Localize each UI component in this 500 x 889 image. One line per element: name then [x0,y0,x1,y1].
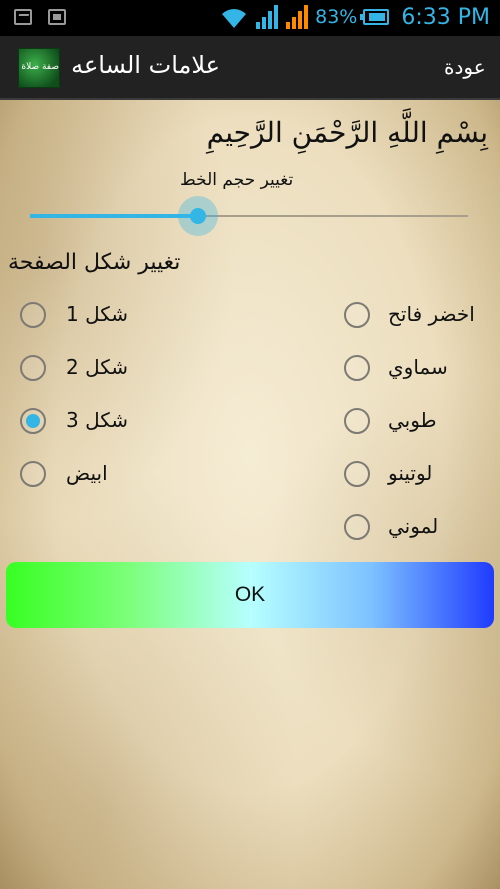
font-size-label: تغيير حجم الخط [180,170,294,190]
signal-icon [255,4,279,30]
settings-panel: بِسْمِ اللَّهِ الرَّحْمَنِ الرَّحِيمِ تغ… [0,100,500,889]
battery-icon [360,9,390,25]
radio-shape-2-label[interactable]: شكل 2 [66,355,128,379]
system-indicators: 83% 6:33 PM [219,4,490,30]
radio-brick[interactable] [344,408,370,434]
radio-shape-3-label[interactable]: شكل 3 [66,408,128,432]
radio-light-green[interactable] [344,302,370,328]
app-logo[interactable]: صفة صلاة النبي [18,48,60,88]
radio-white[interactable] [20,461,46,487]
font-size-slider-track[interactable] [198,215,468,217]
app-logo-text: صفة صلاة النبي [19,62,59,72]
ok-button[interactable]: OK [6,562,494,628]
font-size-slider-fill[interactable] [30,214,198,218]
clock: 6:33 PM [401,4,490,30]
radio-white-label[interactable]: ابيض [66,461,108,485]
radio-sky-blue-label[interactable]: سماوي [388,355,448,379]
news-notification-icon [48,9,66,25]
page-title: علامات الساعه [71,51,220,79]
radio-shape-3[interactable] [20,408,46,434]
radio-brick-label[interactable]: طوبي [388,408,437,432]
radio-shape-1[interactable] [20,302,46,328]
radio-shape-2[interactable] [20,355,46,381]
radio-lutino[interactable] [344,461,370,487]
battery-percent: 83% [315,6,358,28]
radio-shape-1-label[interactable]: شكل 1 [66,302,128,326]
radio-lemon-label[interactable]: لموني [388,514,438,538]
font-size-slider-thumb[interactable] [190,208,206,224]
radio-light-green-label[interactable]: اخضر فاتح [388,302,475,326]
radio-lutino-label[interactable]: لوتينو [388,461,432,485]
action-bar: صفة صلاة النبي علامات الساعه عودة [0,36,500,100]
status-bar: 83% 6:33 PM [0,0,500,36]
signal-roaming-icon [285,4,309,30]
radio-sky-blue[interactable] [344,355,370,381]
page-shape-heading: تغيير شكل الصفحة [8,250,181,275]
back-button[interactable]: عودة [444,55,486,79]
wifi-icon [219,4,249,30]
basmala-preview: بِسْمِ اللَّهِ الرَّحْمَنِ الرَّحِيمِ [206,116,488,149]
radio-lemon[interactable] [344,514,370,540]
notification-icons [14,9,66,25]
photo-notification-icon [14,9,32,25]
